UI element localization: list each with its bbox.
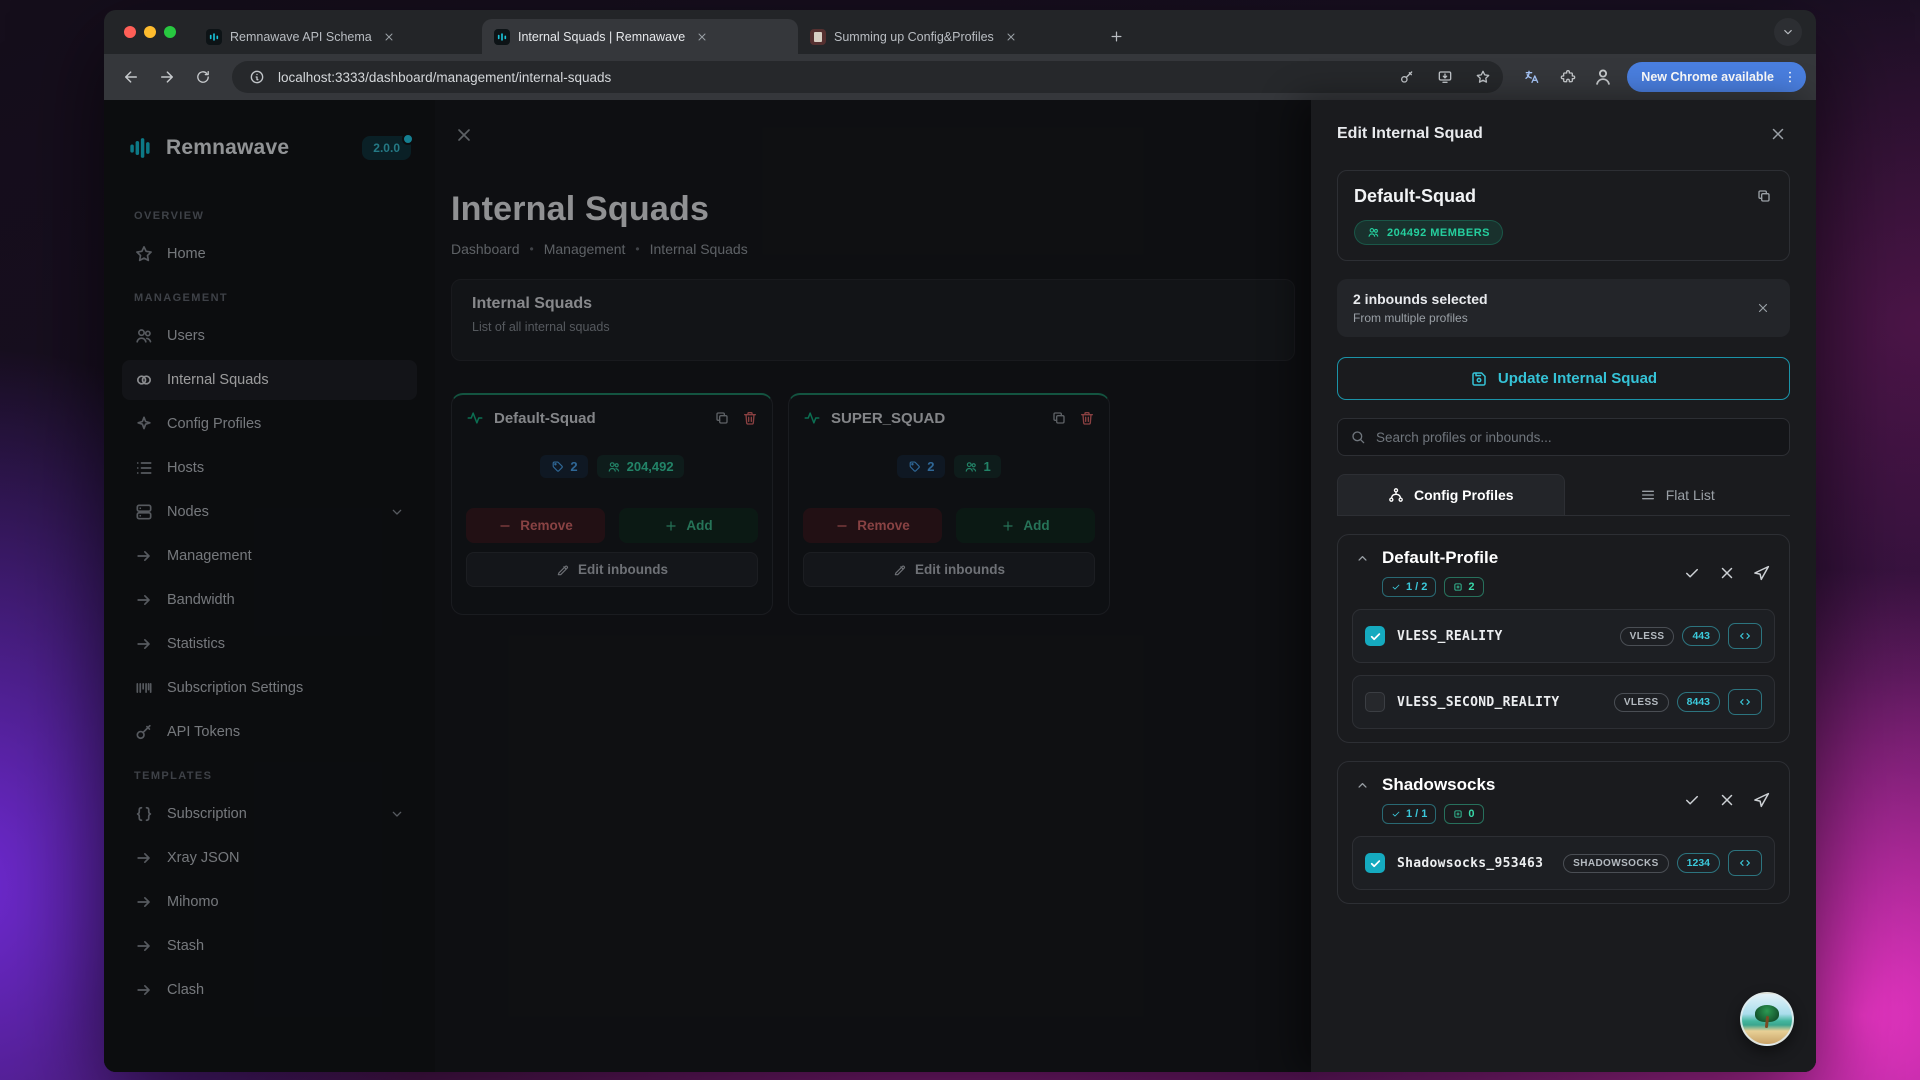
bookmark-star-icon[interactable]	[1469, 63, 1497, 91]
profile-avatar[interactable]	[1587, 61, 1619, 93]
navigation-icon[interactable]	[1753, 564, 1771, 582]
search-box	[1337, 418, 1790, 456]
remnawave-favicon	[206, 29, 222, 45]
inbound-row-vless-reality[interactable]: VLESS_REALITY VLESS 443	[1352, 609, 1775, 663]
inbound-row-shadowsocks[interactable]: Shadowsocks_953463 SHADOWSOCKS 1234	[1352, 836, 1775, 890]
profile-card-default-profile: Default-Profile 1 / 2 2	[1337, 534, 1790, 743]
forward-button[interactable]	[150, 60, 184, 94]
navigation-icon[interactable]	[1753, 791, 1771, 809]
tab-strip: Remnawave API Schema Internal Squads | R…	[104, 10, 1816, 54]
browser-menu-icon[interactable]	[1778, 65, 1802, 89]
back-button[interactable]	[114, 60, 148, 94]
tab-internal-squads[interactable]: Internal Squads | Remnawave	[482, 19, 798, 54]
drawer-title: Edit Internal Squad	[1337, 125, 1483, 143]
squad-summary-card: Default-Squad 204492 MEMBERS	[1337, 170, 1790, 261]
port-badge: 8443	[1677, 692, 1720, 712]
search-icon	[1350, 429, 1366, 445]
new-chrome-available-button[interactable]: New Chrome available	[1627, 62, 1806, 92]
minimize-window-button[interactable]	[144, 26, 156, 38]
collapse-chevron-icon[interactable]	[1352, 775, 1372, 795]
checkbox-unchecked[interactable]	[1365, 692, 1385, 712]
update-internal-squad-button[interactable]: Update Internal Squad	[1337, 357, 1790, 400]
maximize-window-button[interactable]	[164, 26, 176, 38]
deselect-all-icon[interactable]	[1718, 564, 1736, 582]
menu-icon	[1640, 487, 1656, 503]
select-all-icon[interactable]	[1683, 564, 1701, 582]
reload-button[interactable]	[186, 60, 220, 94]
protocol-badge: VLESS	[1614, 693, 1669, 712]
browser-window: Remnawave API Schema Internal Squads | R…	[104, 10, 1816, 1072]
new-chrome-label: New Chrome available	[1641, 70, 1774, 84]
tab-title: Summing up Config&Profiles	[834, 30, 994, 44]
code-icon[interactable]	[1728, 623, 1762, 649]
password-manager-icon[interactable]	[1393, 63, 1421, 91]
profile-card-shadowsocks: Shadowsocks 1 / 1 0	[1337, 761, 1790, 904]
check-icon	[1391, 809, 1401, 819]
collapse-chevron-icon[interactable]	[1352, 548, 1372, 568]
port-badge: 443	[1682, 626, 1720, 646]
tab-title: Internal Squads | Remnawave	[518, 30, 685, 44]
window-controls	[104, 10, 194, 54]
protocol-badge: SHADOWSOCKS	[1563, 854, 1669, 873]
translate-icon[interactable]	[1515, 60, 1549, 94]
tab-close-icon[interactable]	[693, 28, 711, 46]
grid-plus-icon	[1453, 582, 1463, 592]
checkbox-checked[interactable]	[1365, 853, 1385, 873]
close-window-button[interactable]	[124, 26, 136, 38]
site-info-icon[interactable]	[246, 63, 268, 91]
selected-count-badge: 1 / 1	[1382, 804, 1436, 824]
squad-name: Default-Squad	[1354, 186, 1773, 207]
selected-count-badge: 1 / 2	[1382, 577, 1436, 597]
remnawave-favicon	[494, 29, 510, 45]
tab-flat-list[interactable]: Flat List	[1565, 474, 1791, 515]
app-root: Remnawave 2.0.0 OVERVIEW Home MANAGEMENT…	[104, 100, 1816, 1072]
checkbox-checked[interactable]	[1365, 626, 1385, 646]
browser-toolbar: localhost:3333/dashboard/management/inte…	[104, 54, 1816, 100]
view-tabs: Config Profiles Flat List	[1337, 474, 1790, 516]
tree-icon	[1388, 487, 1404, 503]
extra-count-badge: 0	[1444, 804, 1483, 824]
extra-count-badge: 2	[1444, 577, 1483, 597]
check-icon	[1391, 582, 1401, 592]
tab-close-icon[interactable]	[380, 28, 398, 46]
tab-close-icon[interactable]	[1002, 28, 1020, 46]
tab-config-profiles-article[interactable]: Summing up Config&Profiles	[798, 19, 1098, 54]
code-icon[interactable]	[1728, 689, 1762, 715]
inbound-row-vless-second-reality[interactable]: VLESS_SECOND_REALITY VLESS 8443	[1352, 675, 1775, 729]
members-badge: 204492 MEMBERS	[1354, 220, 1503, 245]
article-favicon	[810, 29, 826, 45]
tab-title: Remnawave API Schema	[230, 30, 372, 44]
edit-internal-squad-drawer: Edit Internal Squad Default-Squad 204492…	[1311, 100, 1816, 1072]
save-icon	[1470, 370, 1488, 388]
install-app-icon[interactable]	[1431, 63, 1459, 91]
search-input[interactable]	[1376, 430, 1777, 445]
url-text: localhost:3333/dashboard/management/inte…	[278, 70, 1383, 85]
tab-config-profiles[interactable]: Config Profiles	[1337, 474, 1565, 515]
clear-selection-icon[interactable]	[1752, 297, 1774, 319]
copy-icon[interactable]	[1753, 185, 1775, 207]
tab-search-button[interactable]	[1774, 18, 1802, 46]
address-bar[interactable]: localhost:3333/dashboard/management/inte…	[232, 61, 1503, 93]
new-tab-button[interactable]	[1102, 22, 1130, 50]
tab-api-schema[interactable]: Remnawave API Schema	[194, 19, 482, 54]
inbounds-selected-alert: 2 inbounds selected From multiple profil…	[1337, 279, 1790, 337]
code-icon[interactable]	[1728, 850, 1762, 876]
deselect-all-icon[interactable]	[1718, 791, 1736, 809]
extensions-puzzle-icon[interactable]	[1551, 60, 1585, 94]
port-badge: 1234	[1677, 853, 1720, 873]
grid-plus-icon	[1453, 809, 1463, 819]
protocol-badge: VLESS	[1620, 627, 1675, 646]
select-all-icon[interactable]	[1683, 791, 1701, 809]
drawer-close-icon[interactable]	[1766, 122, 1790, 146]
drawer-overlay[interactable]	[104, 100, 1311, 1072]
island-avatar-button[interactable]	[1740, 992, 1794, 1046]
users-icon	[1367, 226, 1380, 239]
